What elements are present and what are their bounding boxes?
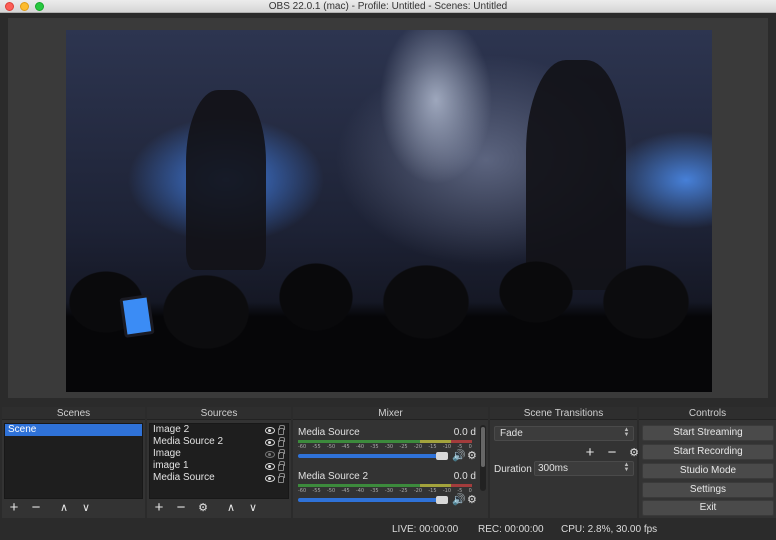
controls-dock-title: Controls: [639, 407, 776, 420]
source-item[interactable]: Media Source 2: [150, 436, 288, 448]
volume-slider-handle[interactable]: [436, 496, 448, 504]
cpu-fps-readout: CPU: 2.8%, 30.00 fps: [561, 524, 658, 535]
duration-field[interactable]: 300ms ▲ ▼: [534, 461, 634, 476]
track-name: Media Source 2: [298, 471, 369, 482]
lock-icon[interactable]: [278, 460, 285, 471]
source-properties-gear-icon[interactable]: ⚙: [195, 500, 211, 516]
source-item[interactable]: image 1: [150, 460, 288, 472]
speaker-icon[interactable]: 🔊: [452, 450, 466, 462]
add-transition-button[interactable]: +: [582, 445, 598, 461]
move-source-down-button[interactable]: ∨: [245, 500, 261, 516]
scene-transitions-dock: Scene Transitions Fade ▲ ▼ + − ⚙ Duration…: [490, 407, 639, 518]
meter-scale: -60 -55 -50 -45 -40 -35 -30 -25 -20 -15 -10 -5 0: [298, 488, 472, 494]
add-source-button[interactable]: +: [151, 500, 167, 516]
live-timer: LIVE: 00:00:00: [392, 524, 459, 535]
mixer-dock: Mixer Media Source 0.0 d -60 -55 -50 -45 -40…: [293, 407, 488, 518]
visibility-eye-icon[interactable]: [265, 462, 275, 470]
settings-button[interactable]: Settings: [642, 482, 774, 498]
title-bar: OBS 22.0.1 (mac) - Profile: Untitled - S…: [0, 0, 776, 13]
add-scene-button[interactable]: +: [6, 500, 22, 516]
lock-icon[interactable]: [278, 448, 285, 459]
volume-meter: [298, 440, 472, 443]
sources-dock-title: Sources: [147, 407, 291, 420]
duration-label: Duration: [494, 464, 532, 475]
track-db-readout: 0.0 d: [453, 427, 476, 438]
source-item[interactable]: Image 2: [150, 424, 288, 436]
source-item[interactable]: Image: [150, 448, 288, 460]
status-bar: LIVE: 00:00:00 REC: 00:00:00 CPU: 2.8%, …: [0, 518, 776, 540]
track-settings-gear-icon[interactable]: ⚙: [467, 494, 477, 506]
remove-transition-button[interactable]: −: [604, 445, 620, 461]
source-label: Media Source 2: [153, 436, 224, 447]
track-db-readout: 0.0 d: [453, 471, 476, 482]
sources-list[interactable]: Image 2 Media Source 2 Image image 1 Med…: [149, 423, 289, 499]
scenes-dock: Scenes Scene + − ∧ ∨: [2, 407, 145, 518]
preview-area[interactable]: [8, 18, 768, 398]
volume-slider-track[interactable]: [298, 498, 448, 502]
start-streaming-button[interactable]: Start Streaming: [642, 425, 774, 441]
volume-slider-handle[interactable]: [436, 452, 448, 460]
visibility-eye-icon[interactable]: [265, 438, 275, 446]
select-arrows-icon: ▲ ▼: [623, 427, 630, 438]
remove-scene-button[interactable]: −: [28, 500, 44, 516]
scenes-dock-title: Scenes: [2, 407, 145, 420]
transition-select-value: Fade: [500, 428, 523, 439]
lock-icon[interactable]: [278, 472, 285, 483]
source-item[interactable]: Media Source: [150, 472, 288, 484]
preview-canvas[interactable]: [66, 30, 712, 392]
mixer-track: Media Source 2 0.0 d -60 -55 -50 -45 -40 -35-…: [295, 467, 478, 511]
volume-slider-track[interactable]: [298, 454, 448, 458]
move-scene-down-button[interactable]: ∨: [78, 500, 94, 516]
rec-timer: REC: 00:00:00: [478, 524, 544, 535]
start-recording-button[interactable]: Start Recording: [642, 444, 774, 460]
exit-button[interactable]: Exit: [642, 500, 774, 516]
window-title: OBS 22.0.1 (mac) - Profile: Untitled - S…: [268, 1, 508, 12]
move-scene-up-button[interactable]: ∧: [56, 500, 72, 516]
track-settings-gear-icon[interactable]: ⚙: [467, 450, 477, 462]
sources-dock: Sources Image 2 Media Source 2 Image ima…: [147, 407, 291, 518]
volume-meter: [298, 484, 472, 487]
sources-toolbar: + − ⚙ ∧ ∨: [151, 500, 261, 516]
visibility-eye-icon[interactable]: [265, 474, 275, 482]
visibility-eye-icon[interactable]: [265, 426, 275, 434]
mixer-scrollbar[interactable]: [480, 425, 486, 491]
transitions-toolbar: + − ⚙: [582, 445, 642, 461]
source-label: Image 2: [153, 424, 190, 435]
speaker-icon[interactable]: 🔊: [452, 494, 466, 506]
track-name: Media Source: [298, 427, 360, 438]
scenes-list[interactable]: Scene: [4, 423, 143, 499]
lock-icon[interactable]: [278, 436, 285, 447]
duration-value: 300ms: [538, 463, 569, 474]
scene-item[interactable]: Scene: [5, 424, 142, 436]
lock-icon[interactable]: [278, 424, 285, 435]
transition-select[interactable]: Fade ▲ ▼: [494, 426, 634, 441]
transitions-dock-title: Scene Transitions: [490, 407, 637, 420]
source-label: image 1: [153, 460, 189, 471]
source-label: Image: [153, 448, 181, 459]
source-label: Media Source: [153, 472, 215, 483]
stepper-arrows-icon[interactable]: ▲ ▼: [622, 462, 631, 474]
controls-dock: Controls Start Streaming Start Recording…: [639, 407, 776, 518]
remove-source-button[interactable]: −: [173, 500, 189, 516]
scenes-toolbar: + − ∧ ∨: [6, 500, 94, 516]
visibility-hidden-eye-icon[interactable]: [265, 450, 275, 458]
studio-mode-button[interactable]: Studio Mode: [642, 463, 774, 479]
move-source-up-button[interactable]: ∧: [223, 500, 239, 516]
meter-scale: -60 -55 -50 -45 -40 -35 -30 -25 -20 -15 -10 -5 0: [298, 444, 472, 450]
mixer-dock-title: Mixer: [293, 407, 488, 420]
crowd: [66, 242, 712, 392]
mixer-track: Media Source 0.0 d -60 -55 -50 -45 -40 -35 -30…: [295, 423, 478, 467]
mixer-tracks: Media Source 0.0 d -60 -55 -50 -45 -40 -35 -30…: [295, 423, 478, 516]
phone-screen: [119, 294, 155, 338]
